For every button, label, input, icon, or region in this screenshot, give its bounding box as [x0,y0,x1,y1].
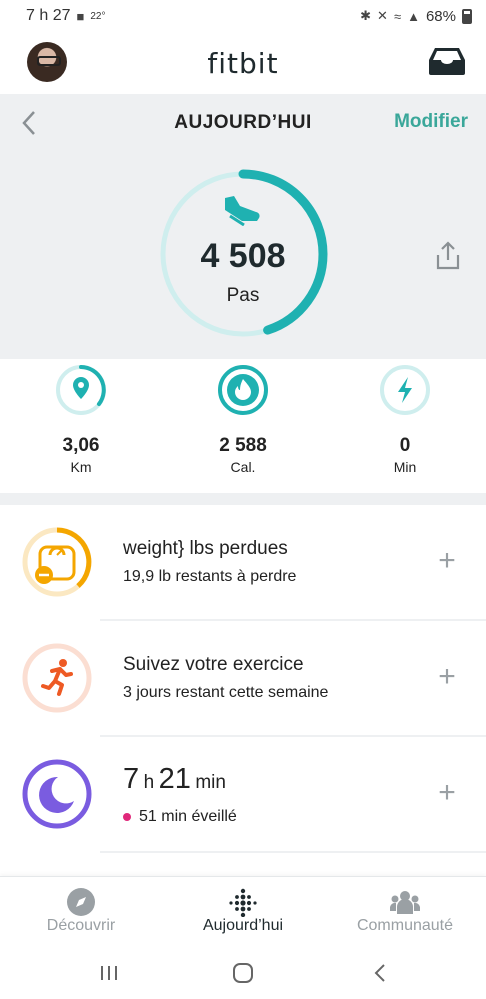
exercise-subtitle: 3 jours restant cette semaine [123,684,329,701]
shoe-icon [225,196,260,226]
inbox-icon [429,48,465,75]
avatar[interactable] [27,42,67,82]
home-icon [233,963,253,983]
exercise-card[interactable]: Suivez votre exercice 3 jours restant ce… [0,621,486,735]
inbox-button[interactable] [428,46,466,76]
add-sleep-button[interactable]: + [434,773,460,813]
back-button[interactable] [14,104,44,142]
steps-count: 4 508 [200,237,286,275]
system-nav-bar [0,946,486,999]
status-bar: 7 h 27 ■ 22° ✱ ✕ ≈ ▲ 68% [0,0,486,32]
battery-icon [462,8,472,24]
date-subheader: AUJOURD’HUI Modifier [0,94,486,152]
add-exercise-button[interactable]: + [434,657,460,697]
sleep-subtitle: 51 min éveillé [139,808,237,825]
modify-button[interactable]: Modifier [394,111,468,133]
sleep-minutes-unit: min [195,772,226,793]
exercise-title: Suivez votre exercice [123,654,304,675]
weight-title: weight} lbs perdues [123,538,288,559]
share-icon [436,241,460,270]
bottom-tab-bar: Découvrir Aujourd’hui Communauté [0,876,486,946]
tab-today-label: Aujourd’hui [202,917,284,934]
calories-value: 2 588 [219,435,267,456]
sleep-minutes: 21 [158,763,191,795]
share-button[interactable] [432,240,464,272]
tab-community[interactable]: Communauté [324,877,486,947]
compass-icon [67,888,95,916]
tab-community-label: Communauté [356,917,454,934]
stats-row: 3,06 Km 2 588 Cal. 0 Min [0,359,486,493]
status-temperature: 22° [90,10,106,22]
sleep-duration: 7 h 21 min [123,763,226,796]
sleep-hours-unit: h [143,772,155,793]
system-back-button[interactable] [360,958,400,988]
scale-icon [22,527,92,597]
weight-card[interactable]: weight} lbs perdues 19,9 lb restants à p… [0,505,486,619]
awake-dot-icon [123,813,131,821]
recent-apps-button[interactable] [89,958,129,988]
mute-icon: ✕ [377,8,388,23]
plus-icon: + [438,544,456,577]
tab-discover[interactable]: Découvrir [0,877,162,947]
signal-icon: ▲ [407,8,420,24]
back-arrow-icon [374,964,385,982]
steps-unit: Pas [226,285,260,306]
card-divider [100,851,486,853]
battery-percent: 68% [425,7,456,25]
location-pin-icon [56,365,106,415]
message-icon: ■ [76,8,85,24]
active-minutes-unit: Min [393,459,417,475]
community-icon [390,891,420,914]
status-time: 7 h 27 [26,7,71,24]
flame-icon [218,365,268,415]
runner-icon [22,643,92,713]
steps-hero: 4 508 Pas [0,152,486,359]
app-header: fitbit [0,32,486,94]
distance-value: 3,06 [62,435,100,456]
tab-today[interactable]: Aujourd’hui [162,877,324,947]
sleep-hours: 7 [123,763,140,795]
calories-unit: Cal. [230,459,256,475]
sleep-card[interactable]: 7 h 21 min 51 min éveillé + [0,737,486,851]
plus-icon: + [438,660,456,693]
section-divider [0,493,486,505]
add-weight-button[interactable]: + [434,541,460,581]
home-button[interactable] [223,958,263,988]
sleep-awake: 51 min éveillé [123,808,237,826]
wifi-icon: ≈ [393,8,402,24]
app-logo: fitbit [207,46,279,80]
lightning-icon [380,365,430,415]
distance-unit: Km [70,459,92,475]
weight-subtitle: 19,9 lb restants à perdre [123,568,297,585]
page-title: AUJOURD’HUI [174,112,312,133]
recent-apps-icon [101,966,117,980]
tab-discover-label: Découvrir [46,917,116,934]
fitbit-dots-icon [229,888,257,917]
moon-icon [22,759,92,829]
active-minutes-value: 0 [399,435,411,456]
chevron-left-icon [22,111,35,135]
bluetooth-icon: ✱ [360,8,372,23]
plus-icon: + [438,776,456,809]
